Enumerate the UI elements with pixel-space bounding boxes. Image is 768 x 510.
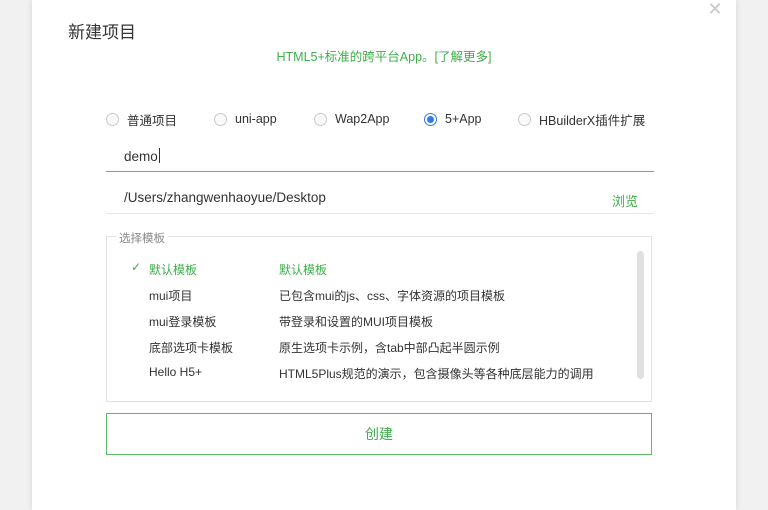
radio-indicator xyxy=(106,112,119,126)
template-desc: 默认模板 xyxy=(279,263,328,277)
project-name-input[interactable]: demo xyxy=(106,142,654,172)
text-caret xyxy=(158,148,160,163)
new-project-dialog: 新建项目 ✕ HTML5+标准的跨平台App。[了解更多] 普通项目 uni-a… xyxy=(32,0,736,510)
project-path-value: /Users/zhangwenhaoyue/Desktop xyxy=(124,190,326,205)
template-legend: 选择模板 xyxy=(116,230,168,246)
template-desc: 带登录和设置的MUI项目模板 xyxy=(279,315,433,329)
project-name-value: demo xyxy=(124,149,158,164)
template-row-hello-h5plus[interactable]: Hello H5+ HTML5Plus规范的演示，包含摄像头等各种底层能力的调用 xyxy=(107,361,637,383)
template-name: 默认模板 xyxy=(149,263,198,277)
template-row-mui-login[interactable]: mui登录模板 带登录和设置的MUI项目模板 xyxy=(107,309,637,331)
browse-button[interactable]: 浏览 xyxy=(612,191,638,210)
template-list: ✓ 默认模板 默认模板 mui项目 已包含mui的js、css、字体资源的项目模… xyxy=(106,236,652,402)
radio-5plus-app[interactable]: 5+App xyxy=(424,110,482,128)
template-desc: 已包含mui的js、css、字体资源的项目模板 xyxy=(279,289,506,303)
subtitle: HTML5+标准的跨平台App。[了解更多] xyxy=(32,46,736,65)
radio-label: Wap2App xyxy=(335,112,390,126)
subtitle-text: HTML5+标准的跨平台App。 xyxy=(276,50,435,64)
template-name: mui项目 xyxy=(149,289,193,303)
checkmark-icon: ✓ xyxy=(131,260,142,274)
radio-label: 5+App xyxy=(445,112,482,126)
radio-wap2app[interactable]: Wap2App xyxy=(314,110,389,128)
radio-indicator xyxy=(424,112,437,126)
dialog-title: 新建项目 xyxy=(68,23,136,42)
template-name: 底部选项卡模板 xyxy=(149,341,234,355)
radio-label: uni-app xyxy=(235,112,277,126)
project-type-group: 普通项目 uni-app Wap2App 5+App HBuilderX插件扩展 xyxy=(106,110,666,128)
learn-more-link[interactable]: [了解更多] xyxy=(435,50,492,64)
template-name: Hello H5+ xyxy=(149,365,203,379)
create-button[interactable]: 创建 xyxy=(106,413,652,455)
template-name: mui登录模板 xyxy=(149,315,217,329)
radio-normal-project[interactable]: 普通项目 xyxy=(106,110,177,128)
template-desc: HTML5Plus规范的演示，包含摄像头等各种底层能力的调用 xyxy=(279,367,594,381)
template-desc: 原生选项卡示例，含tab中部凸起半圆示例 xyxy=(279,341,500,355)
radio-indicator xyxy=(314,112,327,126)
radio-label: 普通项目 xyxy=(127,113,178,128)
radio-indicator xyxy=(518,112,531,126)
radio-hbuilderx-plugin[interactable]: HBuilderX插件扩展 xyxy=(518,110,645,128)
project-path-input[interactable]: /Users/zhangwenhaoyue/Desktop 浏览 xyxy=(106,184,654,214)
template-row-default[interactable]: ✓ 默认模板 默认模板 xyxy=(107,257,637,279)
radio-uni-app[interactable]: uni-app xyxy=(214,110,277,128)
close-icon[interactable]: ✕ xyxy=(704,0,726,22)
template-row-bottom-tabs[interactable]: 底部选项卡模板 原生选项卡示例，含tab中部凸起半圆示例 xyxy=(107,335,637,357)
template-row-mui[interactable]: mui项目 已包含mui的js、css、字体资源的项目模板 xyxy=(107,283,637,305)
radio-indicator xyxy=(214,112,227,126)
radio-label: HBuilderX插件扩展 xyxy=(539,113,646,128)
template-list-scrollbar[interactable] xyxy=(637,251,644,379)
